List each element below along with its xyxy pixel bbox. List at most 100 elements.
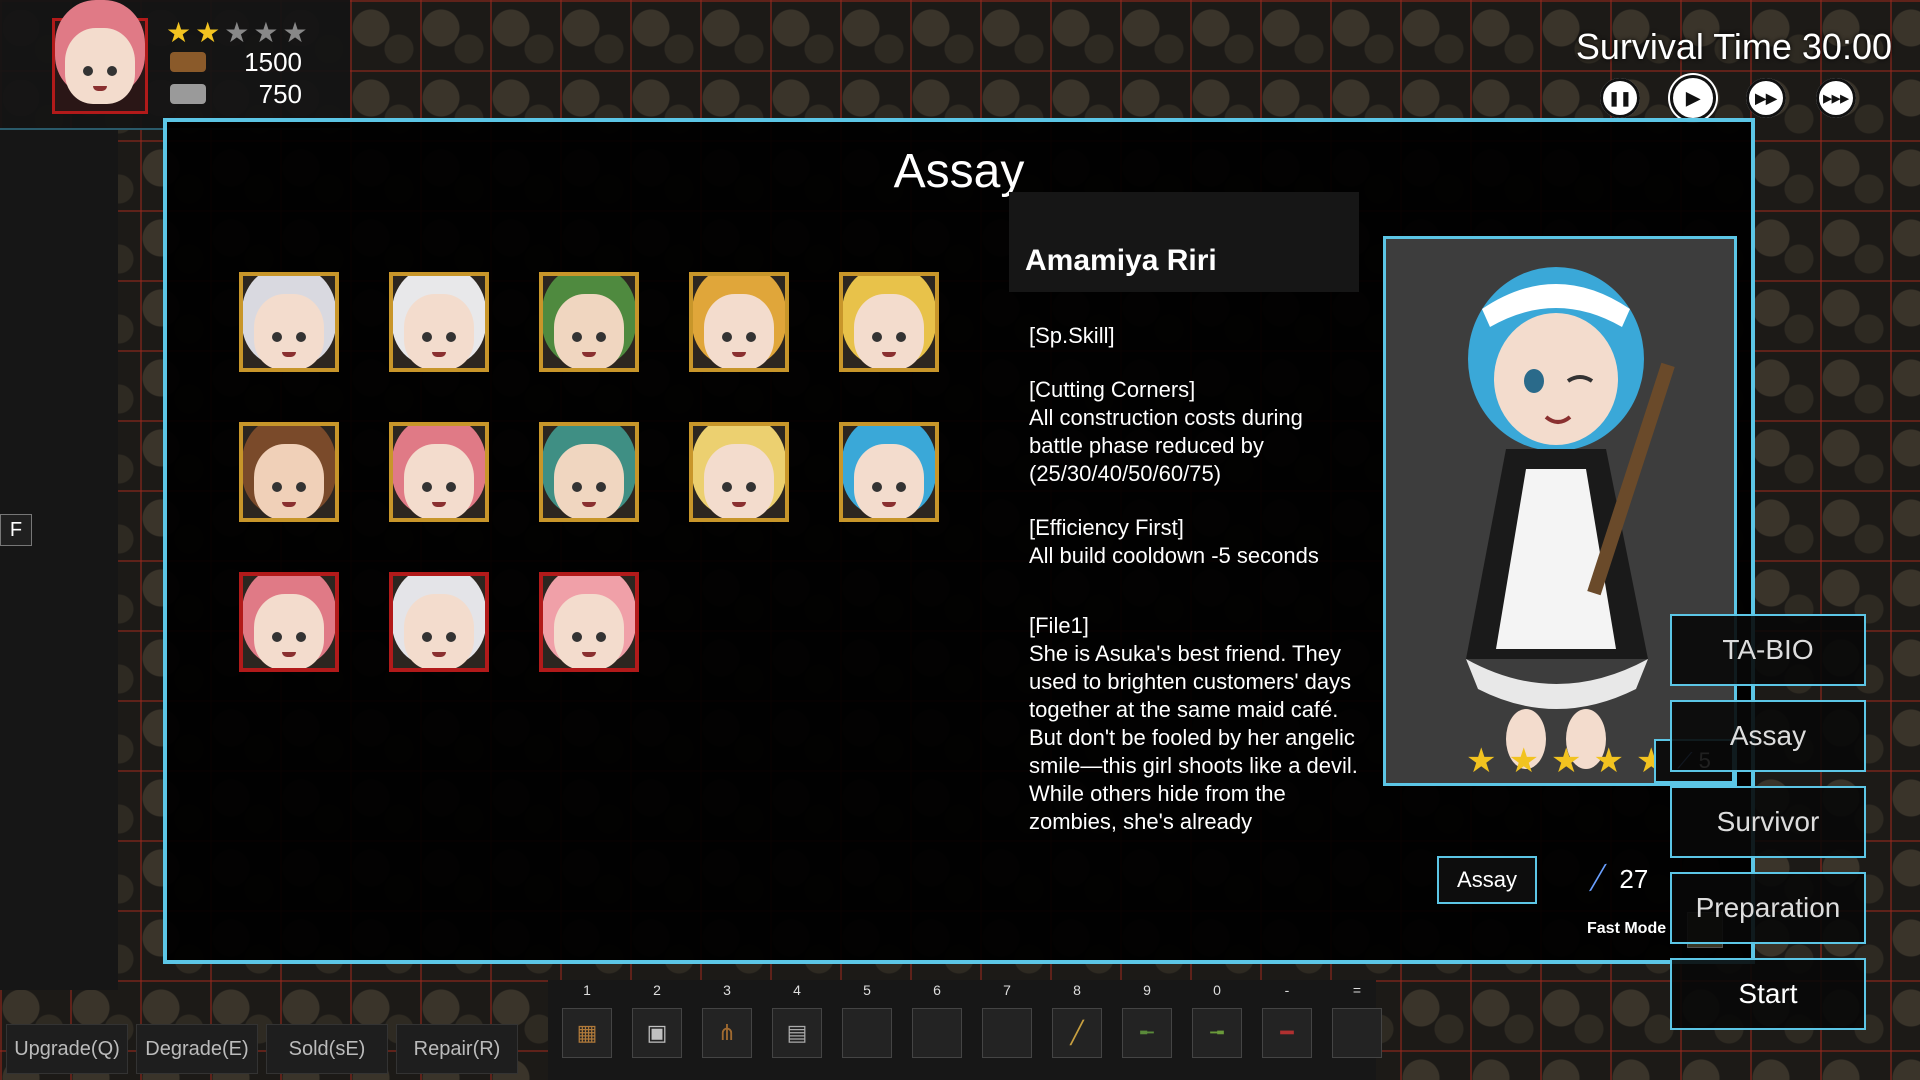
sniper-rifle-icon: ╱ (1052, 1008, 1102, 1058)
panel-title: Assay (893, 145, 1025, 198)
f-key-hint[interactable]: F (0, 514, 32, 546)
hotbar-slot[interactable]: 0 ╼ (1192, 980, 1242, 1058)
star-icon: ★ (1508, 742, 1539, 780)
upgrade-button[interactable]: Upgrade(Q) (6, 1024, 128, 1074)
character-face (254, 594, 324, 668)
menu-preparation[interactable]: Preparation (1670, 872, 1866, 944)
hotbar-key-label: 7 (1003, 982, 1011, 998)
sold-button[interactable]: Sold(sE) (266, 1024, 388, 1074)
assault-rifle-icon: ╾ (1122, 1008, 1172, 1058)
character-face (554, 594, 624, 668)
character-face (404, 294, 474, 368)
wood-log-icon (170, 52, 206, 72)
hotbar-slot[interactable]: 8 ╱ (1052, 980, 1102, 1058)
metal-amount: 750 (258, 78, 302, 109)
star-icon: ★ (253, 17, 279, 48)
hotbar-slot[interactable]: 5 (842, 980, 892, 1058)
resource-metal: 750 (170, 79, 302, 109)
description-block: [Cutting Corners] All construction costs… (1029, 377, 1303, 486)
menu-assay[interactable]: Assay (1670, 700, 1866, 772)
cost-value: 27 (1619, 863, 1649, 894)
menu-ta-bio[interactable]: TA-BIO (1670, 614, 1866, 686)
hotbar-key-label: 3 (723, 982, 731, 998)
rifle-icon: ╼ (1192, 1008, 1242, 1058)
star-icon: ★ (1466, 742, 1497, 780)
character-slot[interactable] (689, 272, 789, 372)
assay-panel: Assay Amamiya Riri [Sp.Skill] [Cutting C… (163, 118, 1755, 964)
character-slot[interactable] (839, 272, 939, 372)
hotbar-slot[interactable]: 3 ⋔ (702, 980, 752, 1058)
shotgun-icon: ━ (1262, 1008, 1312, 1058)
description-block: [File1] She is Asuka's best friend. They… (1029, 613, 1358, 834)
hotbar-slot[interactable]: 4 ▤ (772, 980, 822, 1058)
player-star-rating: ★ ★ ★ ★ ★ (166, 18, 308, 48)
character-slot[interactable] (239, 422, 339, 522)
hotbar-slot[interactable]: 6 (912, 980, 962, 1058)
character-face (554, 294, 624, 368)
feather-icon: ⟋ (1583, 858, 1613, 898)
fast-mode-label: Fast Mode (1587, 920, 1667, 937)
pause-button[interactable]: ❚❚ (1600, 78, 1640, 118)
fence-icon: ▤ (772, 1008, 822, 1058)
character-slot[interactable] (389, 422, 489, 522)
assay-cost: ⟋ 27 (1583, 858, 1649, 898)
empty-slot (912, 1008, 962, 1058)
build-hotbar: 1 ▦ 2 ▣ 3 ⋔ 4 ▤ 5 6 7 8 ╱ 9 ╾ 0 ╼ - ━ = (548, 980, 1382, 1080)
character-face (854, 294, 924, 368)
avatar-face (65, 28, 135, 104)
resource-wood: 1500 (170, 47, 302, 77)
character-roster (239, 272, 939, 672)
character-face (854, 444, 924, 518)
character-slot[interactable] (539, 422, 639, 522)
character-slot[interactable] (239, 572, 339, 672)
hotbar-slot[interactable]: - ━ (1262, 980, 1312, 1058)
wooden-barricade-icon: ▦ (562, 1008, 612, 1058)
hotbar-key-label: 4 (793, 982, 801, 998)
player-avatar[interactable] (52, 18, 148, 114)
star-icon: ★ (1593, 742, 1624, 780)
description-block: [Sp.Skill] (1029, 323, 1115, 348)
character-slot[interactable] (239, 272, 339, 372)
menu-start[interactable]: Start (1670, 958, 1866, 1030)
play-button[interactable]: ▶ (1670, 75, 1716, 121)
left-sidebar-strip (0, 130, 118, 990)
survival-time: Survival Time 30:00 (1575, 26, 1892, 67)
character-face (704, 444, 774, 518)
character-star-rating: ★ ★ ★ ★ ★ (1466, 741, 1666, 781)
hotbar-key-label: 1 (583, 982, 591, 998)
empty-slot (842, 1008, 892, 1058)
character-slot[interactable] (689, 422, 789, 522)
speed-controls: ❚❚ ▶ ▶▶ ▶▶▶ (1600, 75, 1856, 121)
hotbar-key-label: 9 (1143, 982, 1151, 998)
empty-slot (982, 1008, 1032, 1058)
menu-survivor[interactable]: Survivor (1670, 786, 1866, 858)
character-face (704, 294, 774, 368)
crate-icon: ▣ (632, 1008, 682, 1058)
star-icon: ★ (224, 17, 250, 48)
assay-button[interactable]: Assay (1437, 856, 1537, 904)
spike-trap-icon: ⋔ (702, 1008, 752, 1058)
hotbar-slot[interactable]: = (1332, 980, 1382, 1058)
hotbar-slot[interactable]: 2 ▣ (632, 980, 682, 1058)
hotbar-key-label: 5 (863, 982, 871, 998)
star-icon: ★ (282, 17, 308, 48)
degrade-button[interactable]: Degrade(E) (136, 1024, 258, 1074)
hotbar-key-label: 2 (653, 982, 661, 998)
character-slot[interactable] (389, 272, 489, 372)
character-slot[interactable] (539, 572, 639, 672)
hotbar-slot[interactable]: 1 ▦ (562, 980, 612, 1058)
star-icon: ★ (166, 17, 192, 48)
character-face (254, 444, 324, 518)
fast-forward-button[interactable]: ▶▶ (1746, 78, 1786, 118)
empty-slot (1332, 1008, 1382, 1058)
character-face (254, 294, 324, 368)
hotbar-slot[interactable]: 7 (982, 980, 1032, 1058)
character-description: [Sp.Skill] [Cutting Corners] All constru… (1029, 322, 1359, 862)
hotbar-key-label: 6 (933, 982, 941, 998)
hotbar-slot[interactable]: 9 ╾ (1122, 980, 1172, 1058)
fastest-forward-button[interactable]: ▶▶▶ (1816, 78, 1856, 118)
repair-button[interactable]: Repair(R) (396, 1024, 518, 1074)
character-slot[interactable] (839, 422, 939, 522)
character-slot[interactable] (539, 272, 639, 372)
character-slot[interactable] (389, 572, 489, 672)
